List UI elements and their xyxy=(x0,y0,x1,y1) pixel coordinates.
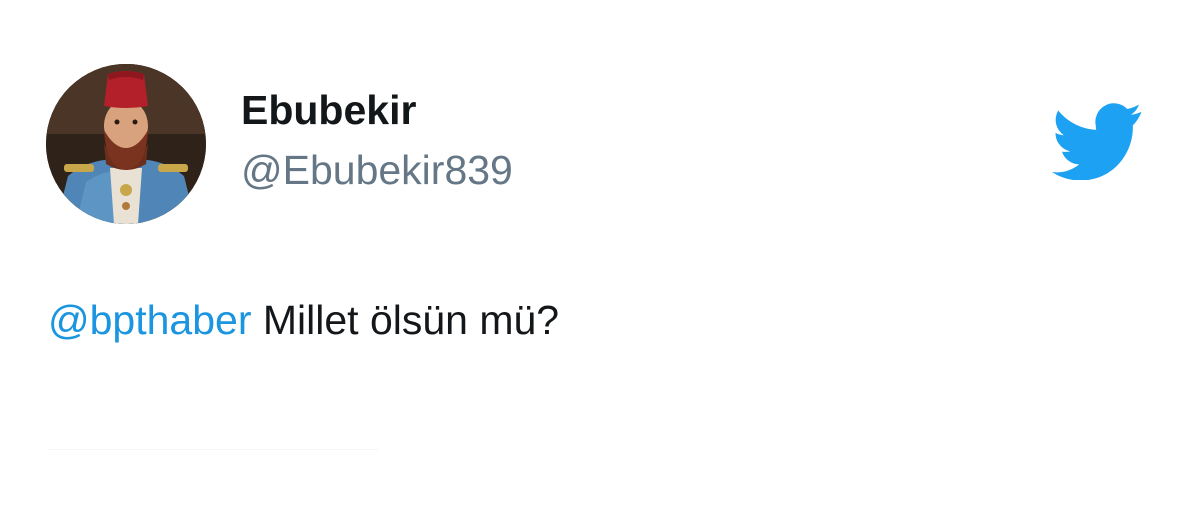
twitter-bird-icon[interactable] xyxy=(1051,102,1143,180)
user-handle[interactable]: @Ebubekir839 xyxy=(241,150,513,191)
tweet-text: @bpthaber Millet ölsün mü? xyxy=(48,296,559,345)
mention-link[interactable]: @bpthaber xyxy=(48,297,251,343)
display-name[interactable]: Ebubekir xyxy=(241,90,416,131)
tweet-body: Millet ölsün mü? xyxy=(251,297,560,343)
divider xyxy=(48,449,378,450)
avatar[interactable] xyxy=(46,64,206,224)
avatar-portrait-icon xyxy=(46,64,206,224)
